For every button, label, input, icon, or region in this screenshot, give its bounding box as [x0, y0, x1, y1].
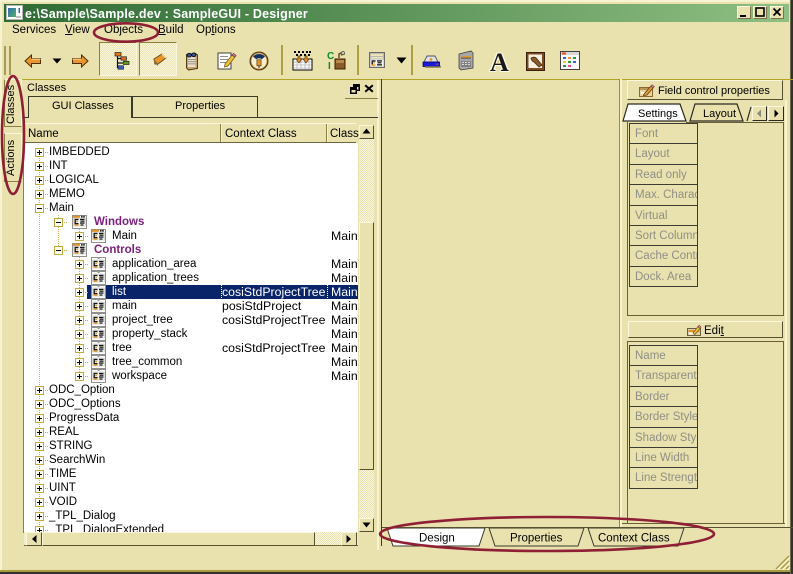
- svg-text:Layout: Layout: [703, 108, 736, 120]
- svg-text:I: I: [328, 61, 331, 71]
- svg-text:Context Class: Context Class: [598, 533, 670, 545]
- svg-text:Properties: Properties: [510, 533, 563, 545]
- svg-text:Design: Design: [419, 533, 455, 545]
- svg-text:Settings: Settings: [638, 108, 678, 120]
